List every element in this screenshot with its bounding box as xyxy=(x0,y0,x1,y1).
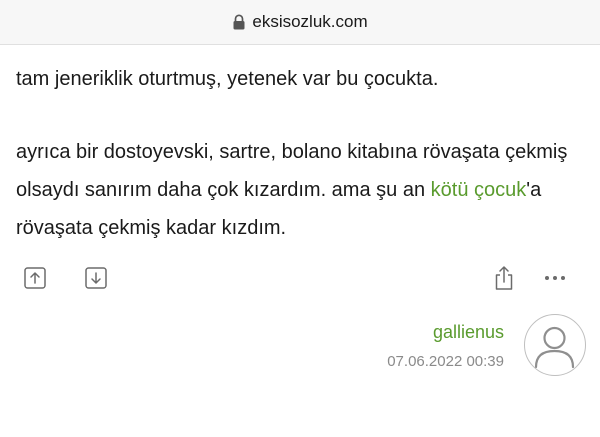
entry-paragraph-2: ayrıca bir dostoyevski, sartre, bolano k… xyxy=(16,133,584,247)
arrow-up-icon xyxy=(24,267,46,289)
lock-icon xyxy=(232,14,246,30)
share-icon xyxy=(495,266,513,290)
entry-actions xyxy=(0,266,600,294)
author-avatar[interactable] xyxy=(524,314,586,376)
url-text: eksisozluk.com xyxy=(252,12,368,31)
browser-address-bar[interactable]: eksisozluk.com xyxy=(0,0,600,45)
entry-page: eksisozluk.com tam jeneriklik oturtmuş, … xyxy=(0,0,600,437)
downvote-button[interactable] xyxy=(84,266,108,290)
entry-link-kotu-cocuk[interactable]: kötü çocuk xyxy=(431,179,527,201)
entry-content: tam jeneriklik oturtmuş, yetenek var bu … xyxy=(16,60,584,247)
more-icon xyxy=(545,276,565,280)
share-button[interactable] xyxy=(492,266,516,290)
author-name[interactable]: gallienus xyxy=(433,322,504,343)
arrow-down-icon xyxy=(85,267,107,289)
entry-timestamp[interactable]: 07.06.2022 00:39 xyxy=(387,353,504,370)
upvote-button[interactable] xyxy=(23,266,47,290)
user-avatar-icon xyxy=(534,326,575,369)
entry-paragraph-1: tam jeneriklik oturtmuş, yetenek var bu … xyxy=(16,68,439,90)
more-options-button[interactable] xyxy=(543,266,567,290)
